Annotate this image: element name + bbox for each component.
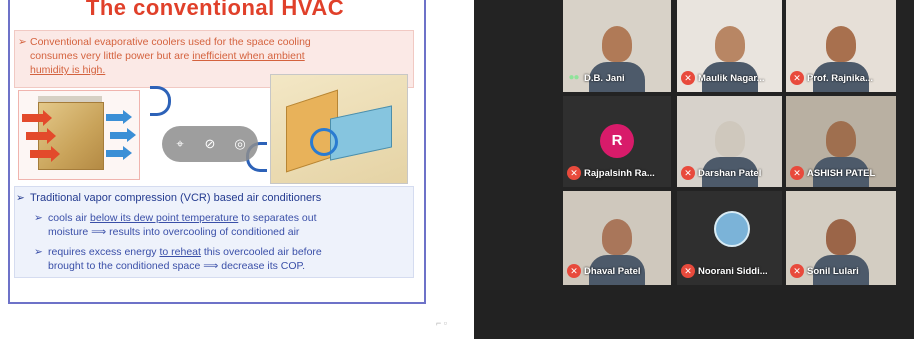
sub1-line1: cools air below its dew point temperatur… bbox=[48, 212, 317, 225]
mic-muted-icon: ✕ bbox=[790, 166, 804, 180]
participant-face bbox=[714, 26, 745, 62]
participant-face bbox=[826, 26, 856, 62]
participant-name: ASHISH PATEL bbox=[807, 167, 876, 179]
participant-avatar bbox=[713, 211, 750, 247]
participant-tile[interactable]: ✕ Dhaval Patel bbox=[563, 191, 671, 285]
participant-tile[interactable]: ✕ Sonil Lulari bbox=[786, 191, 896, 285]
slide-controls: ⌖ ⊘ ◎ bbox=[162, 126, 258, 162]
participant-name: D.B. Jani bbox=[584, 72, 625, 84]
mic-muted-icon: ✕ bbox=[567, 264, 581, 278]
sub1-underlined: below its dew point temperature bbox=[90, 212, 239, 224]
mic-muted-icon: ✕ bbox=[681, 264, 695, 278]
intro-text-line1: Conventional evaporative coolers used fo… bbox=[30, 36, 311, 48]
participant-nameplate: ✕ Prof. Rajnika... bbox=[790, 70, 873, 86]
participant-tile[interactable]: ✕ Noorani Siddi... bbox=[677, 191, 782, 285]
zoom-icon[interactable]: ◎ bbox=[232, 136, 248, 152]
participant-face bbox=[602, 219, 632, 255]
sub2-underlined: to reheat bbox=[159, 246, 201, 258]
sub2-prefix: requires excess energy bbox=[48, 246, 157, 258]
participant-avatar: R bbox=[600, 124, 634, 158]
sub1-prefix: cools air bbox=[48, 212, 88, 224]
participant-name: Sonil Lulari bbox=[807, 265, 859, 277]
vcr-bullet: Traditional vapor compression (VCR) base… bbox=[30, 192, 322, 204]
sub2-line1: requires excess energy to reheat this ov… bbox=[48, 246, 322, 259]
participant-name: Maulik Nagar... bbox=[698, 72, 765, 84]
sub-bullet-icon: ➢ bbox=[34, 212, 43, 224]
intro-text-line3: humidity is high. bbox=[30, 64, 106, 76]
participant-face bbox=[714, 121, 745, 157]
participant-grid: ⦁⦁ D.B. Jani ✕ Maulik Nagar... ✕ Prof. Rajnik… bbox=[563, 0, 896, 285]
participant-nameplate: ✕ Darshan Patel bbox=[681, 165, 761, 181]
participant-nameplate: ✕ Maulik Nagar... bbox=[681, 70, 765, 86]
hot-air-arrow-icon bbox=[30, 146, 60, 162]
intro-text-underlined: inefficient when ambient bbox=[192, 50, 305, 62]
video-meeting-panel: ⦁⦁ D.B. Jani ✕ Maulik Nagar... ✕ Prof. Rajnik… bbox=[474, 0, 914, 339]
meeting-bottom-area bbox=[474, 290, 914, 339]
audio-active-icon: ⦁⦁ bbox=[569, 72, 579, 83]
pointer-icon[interactable]: ⌖ bbox=[172, 136, 188, 152]
participant-tile[interactable]: ⦁⦁ D.B. Jani bbox=[563, 0, 671, 92]
participant-tile[interactable]: ✕ Darshan Patel bbox=[677, 96, 782, 187]
participant-nameplate: ✕ ASHISH PATEL bbox=[790, 165, 875, 181]
cool-air-arrow-icon bbox=[106, 110, 132, 124]
intro-text-line2-plain: consumes very little power but are bbox=[30, 50, 190, 62]
mic-muted-icon: ✕ bbox=[567, 166, 581, 180]
participant-name: Prof. Rajnika... bbox=[807, 72, 873, 84]
participant-nameplate: ✕ Dhaval Patel bbox=[567, 263, 641, 279]
participant-name: Noorani Siddi... bbox=[698, 265, 768, 277]
sub2-suffix: this overcooled air before bbox=[203, 246, 322, 258]
page-indicator: ⌐ ▫ bbox=[436, 318, 447, 328]
cool-air-arrow-icon bbox=[106, 146, 132, 160]
participant-tile[interactable]: R ✕ Rajpalsinh Ra... bbox=[563, 96, 671, 187]
participant-name: Darshan Patel bbox=[698, 167, 762, 179]
sub1-suffix: to separates out bbox=[241, 212, 317, 224]
sub1-line2: moisture ⟹ results into overcooling of c… bbox=[48, 226, 300, 238]
participant-tile[interactable]: ✕ Maulik Nagar... bbox=[677, 0, 782, 92]
participant-name: Dhaval Patel bbox=[584, 265, 641, 277]
participant-nameplate: ✕ Noorani Siddi... bbox=[681, 263, 768, 279]
sub2-line2: brought to the conditioned space ⟹ decre… bbox=[48, 260, 306, 272]
diagram-fan-icon bbox=[310, 128, 338, 156]
participant-name: Rajpalsinh Ra... bbox=[584, 167, 655, 179]
participant-nameplate: ✕ Rajpalsinh Ra... bbox=[567, 165, 655, 181]
bullet-arrow-icon: ➢ bbox=[16, 192, 25, 204]
intro-text-line2: consumes very little power but are ineff… bbox=[30, 50, 305, 63]
participant-face bbox=[826, 219, 856, 255]
mic-muted-icon: ✕ bbox=[790, 71, 804, 85]
screen: The conventional HVAC ➢ Conventional eva… bbox=[0, 0, 914, 339]
bullet-arrow-icon: ➢ bbox=[18, 36, 27, 48]
presentation-slide: The conventional HVAC ➢ Conventional eva… bbox=[0, 0, 430, 310]
mic-muted-icon: ✕ bbox=[681, 166, 695, 180]
mic-muted-icon: ✕ bbox=[790, 264, 804, 278]
participant-tile[interactable]: ✕ Prof. Rajnika... bbox=[786, 0, 896, 92]
pen-off-icon[interactable]: ⊘ bbox=[202, 136, 218, 152]
participant-nameplate: ✕ Sonil Lulari bbox=[790, 263, 859, 279]
slide-title: The conventional HVAC bbox=[85, 0, 345, 20]
participant-tile[interactable]: ✕ ASHISH PATEL bbox=[786, 96, 896, 187]
sub-bullet-icon: ➢ bbox=[34, 246, 43, 258]
participant-face bbox=[826, 121, 856, 157]
hot-air-arrow-icon bbox=[22, 110, 52, 126]
participant-face bbox=[602, 26, 632, 62]
cool-air-arrow-icon bbox=[110, 128, 136, 142]
mic-muted-icon: ✕ bbox=[681, 71, 695, 85]
hot-air-arrow-icon bbox=[26, 128, 56, 144]
participant-nameplate: ⦁⦁ D.B. Jani bbox=[567, 70, 625, 86]
